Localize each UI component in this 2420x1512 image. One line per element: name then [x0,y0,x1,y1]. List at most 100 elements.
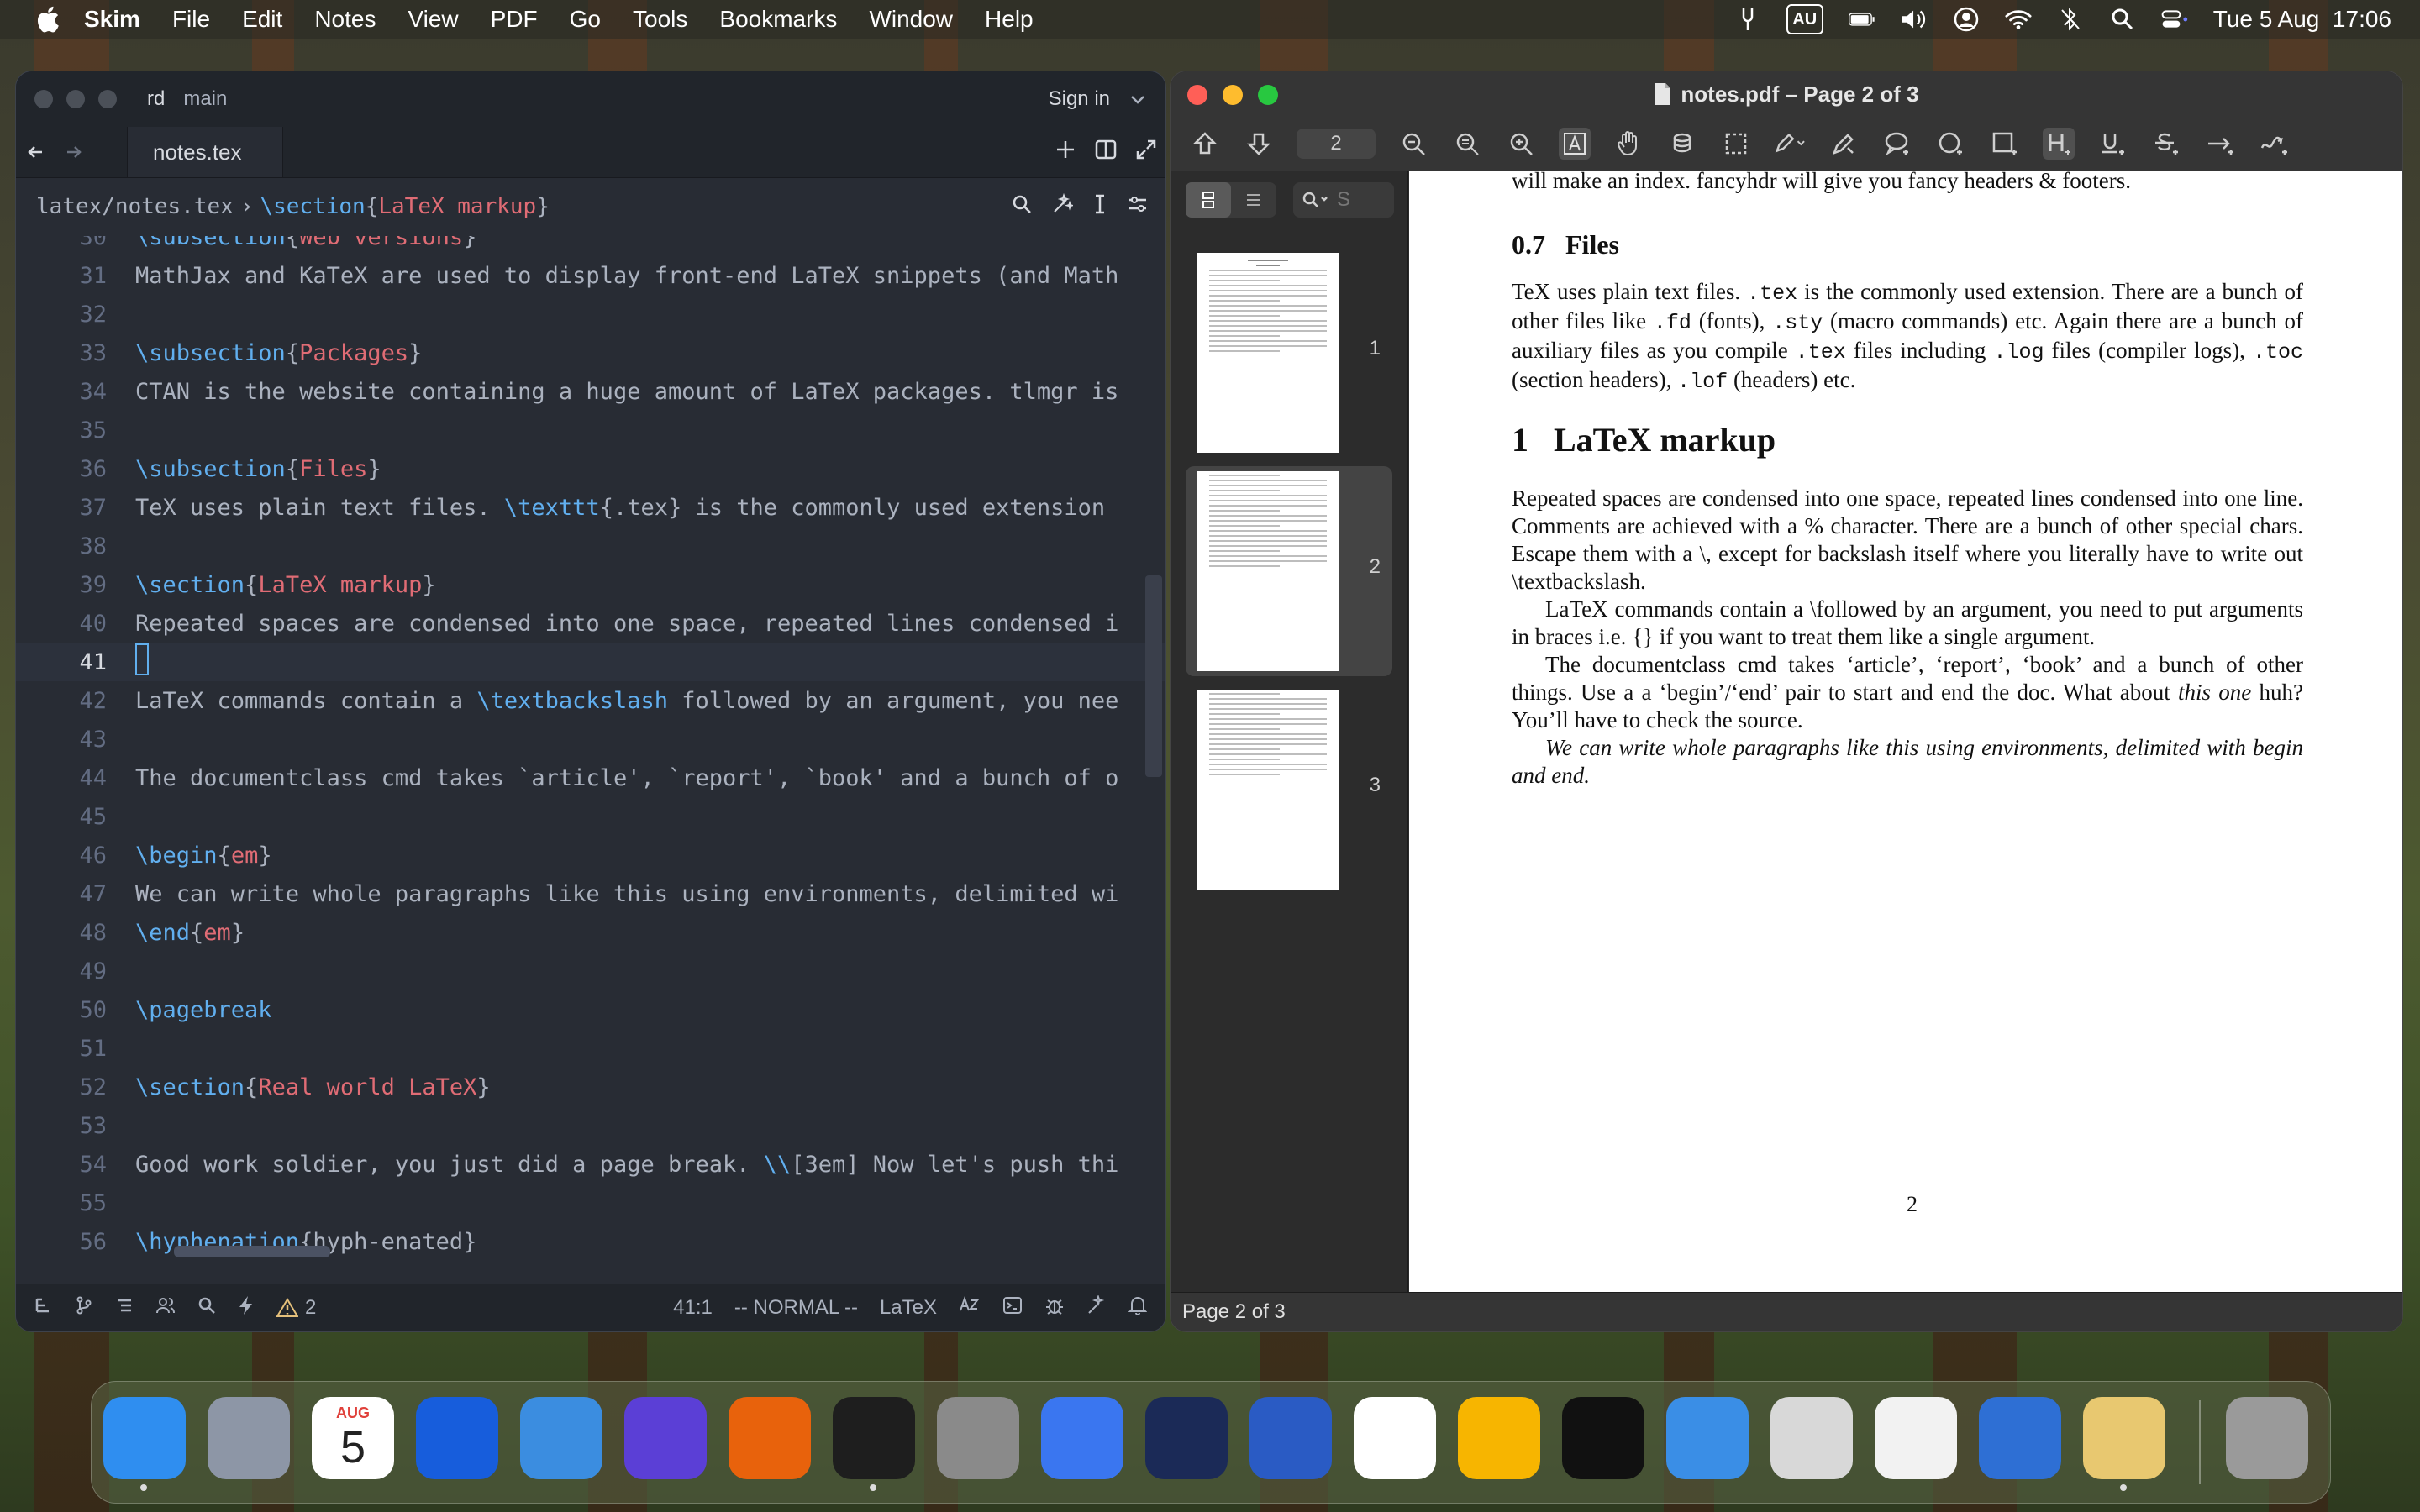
project-panel-icon[interactable] [34,1296,53,1320]
zoom-out-icon[interactable] [1397,128,1429,160]
menubar-clock[interactable]: Tue 5 Aug 17:06 [2213,6,2391,33]
dock-sketch-icon[interactable] [1458,1397,1540,1479]
chevron-down-icon[interactable] [1128,90,1147,108]
highlight-annotation-icon[interactable] [2043,128,2075,160]
highlighter-menu-icon[interactable] [1774,128,1806,160]
close-window-button[interactable] [1187,85,1207,105]
vertical-scrollbar[interactable] [1145,575,1162,777]
spellcheck-icon[interactable] [959,1295,981,1321]
dock-tableplus-icon[interactable] [520,1397,602,1479]
dock-bitwarden-icon[interactable] [416,1397,498,1479]
control-center-icon[interactable] [2161,6,2188,33]
breadcrumb-file[interactable]: latex/notes.tex [36,194,234,219]
bluetooth-off-icon[interactable] [2057,6,2084,33]
code-line[interactable]: 39 \section{LaTeX markup} [16,565,1165,604]
split-pane-icon[interactable] [1095,139,1117,166]
code-line[interactable]: 53 [16,1106,1165,1145]
menu-pdf[interactable]: PDF [491,6,538,33]
dock-vox-icon[interactable] [1875,1397,1957,1479]
code-line[interactable]: 42 LaTeX commands contain a \textbackslas… [16,681,1165,720]
scroll-hand-icon[interactable] [1612,128,1644,160]
thumbnail-page-3[interactable]: 3 [1186,685,1392,895]
menu-edit[interactable]: Edit [242,6,282,33]
code-line[interactable]: 38 [16,527,1165,565]
tuning-fork-icon[interactable] [1734,6,1761,33]
menu-file[interactable]: File [172,6,210,33]
user-account-icon[interactable] [1953,6,1980,33]
menu-window[interactable]: Window [869,6,953,33]
zoom-window-button[interactable] [98,90,117,108]
search-panel-icon[interactable] [197,1296,216,1320]
outline-panel-icon[interactable] [115,1296,134,1320]
code-line[interactable]: 30 \subsection{Web versions} [16,236,1165,256]
new-tab-plus-icon[interactable] [1055,139,1076,166]
code-line[interactable]: 32 [16,295,1165,333]
box-annotation-icon[interactable] [1989,128,2021,160]
menu-tools[interactable]: Tools [633,6,687,33]
language-selector[interactable]: LaTeX [880,1296,937,1320]
battery-icon[interactable] [1848,6,1876,33]
lightning-bolt-icon[interactable] [238,1295,255,1321]
expand-icon[interactable] [1135,139,1157,166]
code-line[interactable]: 47 We can write whole paragraphs like thi… [16,874,1165,913]
dock-finder-icon[interactable] [103,1397,186,1491]
code-line[interactable]: 54 Good work soldier, you just did a page… [16,1145,1165,1184]
spotlight-search-icon[interactable] [2109,6,2136,33]
thumbnail-page-1[interactable]: 1 [1186,248,1392,458]
code-line[interactable]: 45 [16,797,1165,836]
circle-annotation-icon[interactable] [1935,128,1967,160]
code-line[interactable]: 31 MathJax and KaTeX are used to display … [16,256,1165,295]
underline-annotation-icon[interactable] [2096,128,2128,160]
collab-panel-icon[interactable] [155,1296,176,1320]
dock-preview-icon[interactable] [2083,1397,2165,1491]
code-line[interactable]: 33 \subsection{Packages} [16,333,1165,372]
search-icon[interactable] [1011,193,1033,221]
next-page-icon[interactable] [1243,128,1275,160]
minimize-window-button[interactable] [1223,85,1243,105]
code-line[interactable]: 34 CTAN is the website containing a huge … [16,372,1165,411]
wifi-icon[interactable] [2005,6,2032,33]
note-bubble-icon[interactable] [1881,128,1913,160]
menu-help[interactable]: Help [985,6,1034,33]
menu-app-name[interactable]: Skim [84,6,140,33]
page-number-field[interactable]: 2 [1297,129,1376,159]
dock-firefox-icon[interactable] [729,1397,811,1479]
menu-notes[interactable]: Notes [314,6,376,33]
dock-zed-icon[interactable] [833,1397,915,1491]
dock-omnifocus-icon[interactable] [1249,1397,1332,1479]
editor-settings-sliders-icon[interactable] [1127,193,1149,221]
dock-signal-icon[interactable] [1041,1397,1123,1479]
zoom-in-icon[interactable] [1505,128,1537,160]
freehand-pen-icon[interactable] [1828,128,1860,160]
pdf-page-view[interactable]: will make an index. fancyhdr will give y… [1409,168,2402,1293]
dock-text-editor-icon[interactable] [1354,1397,1436,1479]
dock-launchpad-icon[interactable] [208,1397,290,1479]
debug-bug-icon[interactable] [1044,1295,1065,1321]
code-line[interactable]: 41 [16,643,1165,681]
code-line[interactable]: 40 Repeated spaces are condensed into one… [16,604,1165,643]
select-tool-icon[interactable] [1720,128,1752,160]
close-window-button[interactable] [34,90,53,108]
volume-icon[interactable] [1901,6,1928,33]
code-line[interactable]: 48 \end{em} [16,913,1165,952]
notifications-bell-icon[interactable] [1128,1295,1148,1321]
dock-system-settings-icon[interactable] [937,1397,1019,1479]
input-source-indicator[interactable]: AU [1786,4,1823,34]
sign-in-button[interactable]: Sign in [1049,71,1110,127]
code-line[interactable]: 37 TeX uses plain text files. \texttt{.te… [16,488,1165,527]
zoom-window-button[interactable] [1258,85,1278,105]
sidebar-search-field[interactable]: S [1293,182,1394,218]
git-panel-icon[interactable] [75,1296,93,1320]
inline-assist-sparkle-icon[interactable] [1051,192,1076,221]
previous-page-icon[interactable] [1189,128,1221,160]
menu-go[interactable]: Go [570,6,601,33]
minimize-window-button[interactable] [66,90,85,108]
horizontal-scrollbar[interactable] [174,1246,330,1257]
thumbnail-page-2[interactable]: 2 [1186,466,1392,676]
line-annotation-icon[interactable] [2204,128,2236,160]
dock-iphone-mirroring-icon[interactable] [1770,1397,1853,1479]
dock-trash-icon[interactable] [2226,1397,2308,1479]
dock-tidal-icon[interactable] [1562,1397,1644,1479]
breadcrumb-command[interactable]: \section [260,194,365,219]
code-line[interactable]: 49 [16,952,1165,990]
